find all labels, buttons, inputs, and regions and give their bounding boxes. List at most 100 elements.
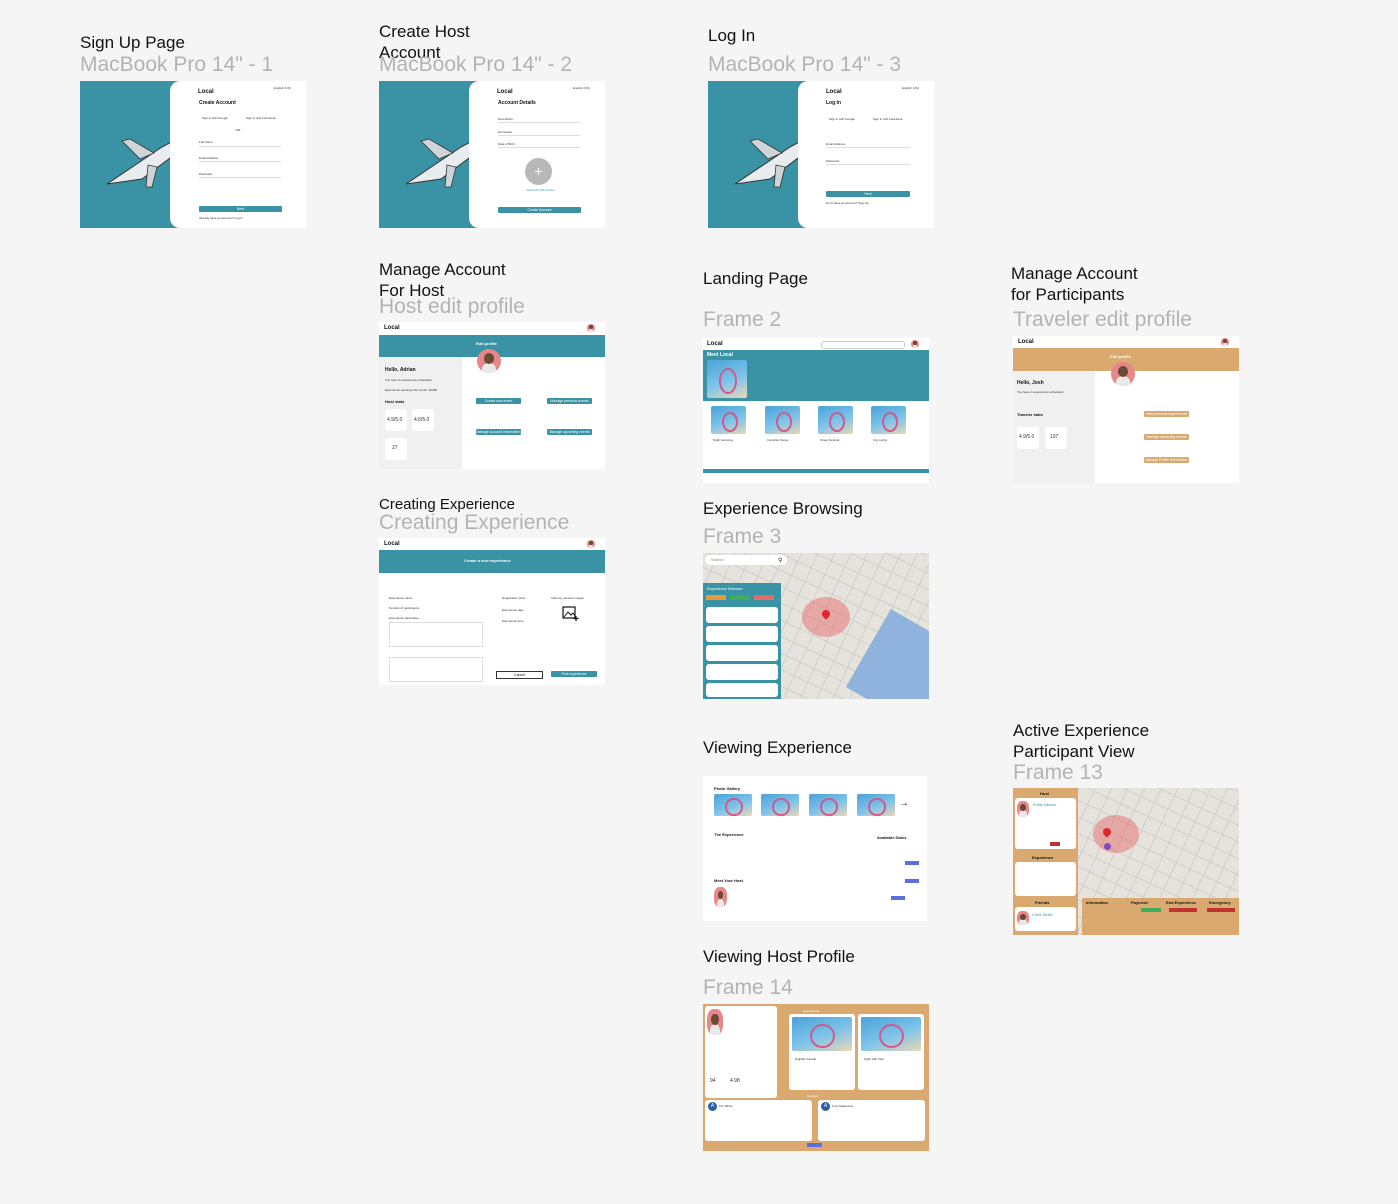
participants-label: Number of participants bbox=[389, 606, 420, 610]
earnings-text: Experience earnings this month: $1280 bbox=[385, 388, 438, 392]
login-next-button[interactable]: Next bbox=[826, 191, 910, 197]
end-experience-button[interactable] bbox=[1169, 908, 1197, 912]
google-button[interactable]: Sign in with Google bbox=[829, 116, 855, 122]
radius-circle bbox=[1093, 815, 1139, 853]
emergency-button[interactable] bbox=[1207, 908, 1235, 912]
message-button[interactable] bbox=[1050, 842, 1060, 846]
signup-frame[interactable]: Local English (US) Create Account Sign i… bbox=[80, 81, 306, 228]
user-location-icon bbox=[1104, 843, 1111, 850]
google-button[interactable]: Sign in with Google bbox=[202, 115, 228, 121]
logo: Local bbox=[1018, 339, 1034, 345]
login-heading: Log In bbox=[826, 100, 841, 106]
profile-avatar[interactable] bbox=[477, 349, 501, 373]
card-image-4[interactable] bbox=[871, 406, 906, 434]
host-account-frame[interactable]: Local English (US) Account Details Descr… bbox=[379, 81, 605, 228]
panel-title: Experience Browser bbox=[707, 586, 743, 591]
create-account-button[interactable]: Create Account bbox=[498, 207, 581, 213]
payment-button[interactable] bbox=[1141, 908, 1161, 912]
host-stats-heading: Host stats bbox=[385, 399, 405, 404]
arrow-right-icon[interactable]: → bbox=[899, 798, 909, 809]
host-profile-frame[interactable]: 94 4.98 Host Events Nightlife Parade Nig… bbox=[703, 1004, 929, 1151]
manage-upcoming-button[interactable]: Manage upcoming events bbox=[547, 429, 592, 435]
avatar[interactable] bbox=[587, 540, 595, 548]
frame-subtitle-browsing: Frame 3 bbox=[703, 525, 782, 548]
signup-link[interactable]: Don't have an account? Sign Up bbox=[826, 200, 869, 206]
card-image-2[interactable] bbox=[765, 406, 800, 434]
gallery-image-2[interactable] bbox=[761, 794, 799, 816]
price-label: Registration price bbox=[502, 596, 526, 600]
filter-chip-2[interactable] bbox=[730, 595, 750, 600]
create-event-button[interactable]: Create new event bbox=[476, 398, 521, 404]
gallery-image-1[interactable] bbox=[714, 794, 752, 816]
manage-profile-button[interactable]: Manage Profile Information bbox=[1144, 457, 1189, 463]
date-button[interactable] bbox=[905, 879, 919, 883]
login-frame[interactable]: Local English (US) Log In Sign in with G… bbox=[708, 81, 934, 228]
create-banner-title: Create a new experience bbox=[464, 558, 511, 563]
list-item[interactable] bbox=[706, 645, 778, 661]
load-more-button[interactable] bbox=[807, 1143, 822, 1147]
search-icon[interactable]: ⚲ bbox=[778, 557, 782, 564]
description-textarea[interactable] bbox=[389, 622, 483, 647]
filter-chip-3[interactable] bbox=[754, 595, 774, 600]
viewing-frame[interactable]: Photo Gallery → The Experience Available… bbox=[703, 776, 927, 921]
card-image-1[interactable] bbox=[711, 406, 746, 434]
filter-chip-1[interactable] bbox=[706, 595, 726, 600]
date-button[interactable] bbox=[905, 861, 919, 865]
hero-title: Meet Local bbox=[707, 352, 733, 358]
gallery-image-3[interactable] bbox=[809, 794, 847, 816]
frame-title-manage-participant-1: Manage Account bbox=[1011, 264, 1138, 283]
frame-subtitle-login: MacBook Pro 14" - 3 bbox=[708, 53, 902, 76]
facebook-button[interactable]: Sign in with Facebook bbox=[246, 115, 275, 121]
date-button[interactable] bbox=[891, 896, 905, 900]
language-select[interactable]: English (US) bbox=[573, 85, 590, 91]
host-account-heading: Account Details bbox=[498, 100, 536, 106]
signup-next-button[interactable]: Next bbox=[199, 206, 282, 212]
manage-host-frame[interactable]: Local Edit profile Hello, Adrian You hav… bbox=[379, 322, 605, 469]
details-textarea[interactable] bbox=[389, 657, 483, 682]
full-name-field[interactable]: Full Name bbox=[199, 139, 213, 145]
language-select[interactable]: English (US) bbox=[902, 85, 919, 91]
list-item[interactable] bbox=[706, 607, 778, 623]
manage-previous-button[interactable]: Manage previous events bbox=[547, 398, 592, 404]
manage-participant-frame[interactable]: Local Edit profile Hello, Josh You have … bbox=[1013, 336, 1239, 483]
upload-plus-icon[interactable]: + bbox=[525, 158, 552, 185]
language-select[interactable]: English (US) bbox=[274, 85, 291, 91]
card-image-3[interactable] bbox=[818, 406, 853, 434]
card-title-2: Campfire Songs bbox=[767, 438, 789, 442]
manage-upcoming-button[interactable]: Manage upcoming events bbox=[1144, 434, 1189, 440]
host-avatar[interactable] bbox=[707, 1009, 723, 1035]
host-avatar[interactable] bbox=[714, 887, 727, 907]
traveler-stats-heading: Traveler stats bbox=[1017, 412, 1043, 417]
cancel-button[interactable]: Cancel bbox=[496, 671, 543, 679]
gallery-image-4[interactable] bbox=[857, 794, 895, 816]
landing-frame[interactable]: Local Meet Local Night Jamming Campfire … bbox=[703, 338, 929, 483]
facebook-button[interactable]: Sign in with Facebook bbox=[873, 116, 902, 122]
manage-account-button[interactable]: Manage Account Information bbox=[476, 429, 521, 435]
creating-frame[interactable]: Local Create a new experience Experience… bbox=[379, 538, 605, 685]
active-frame[interactable]: Host Emily Nelson Experience Friends Chr… bbox=[1013, 788, 1239, 935]
avatar[interactable] bbox=[587, 324, 595, 332]
frame-title-viewing: Viewing Experience bbox=[703, 738, 852, 757]
login-link[interactable]: Already have an account? Log in bbox=[199, 215, 243, 221]
add-image-icon[interactable] bbox=[562, 605, 580, 621]
frame-title-landing: Landing Page bbox=[703, 269, 808, 288]
host-avatar[interactable] bbox=[1017, 801, 1029, 817]
login-card: Local English (US) Log In Sign in with G… bbox=[798, 81, 934, 228]
count-value: 27 bbox=[392, 445, 398, 451]
list-item[interactable] bbox=[706, 683, 778, 697]
list-item[interactable] bbox=[706, 626, 778, 642]
avatar[interactable] bbox=[911, 340, 919, 348]
search-input[interactable]: Search bbox=[705, 555, 787, 565]
friend-avatar[interactable] bbox=[1017, 911, 1029, 925]
view-previous-button[interactable]: View previous experiences bbox=[1144, 411, 1189, 417]
frame-title-active-1: Active Experience bbox=[1013, 721, 1150, 740]
post-experience-button[interactable]: Post experience bbox=[551, 671, 597, 677]
upload-label[interactable]: Upload Profile Picture bbox=[526, 187, 555, 193]
list-item[interactable] bbox=[706, 664, 778, 680]
browsing-frame[interactable]: Search ⚲ Experience Browser bbox=[703, 553, 929, 699]
avatar[interactable] bbox=[1221, 338, 1229, 346]
search-input[interactable] bbox=[821, 341, 905, 349]
frame-subtitle-active: Frame 13 bbox=[1013, 761, 1103, 784]
rating-value: 4.9/5.0 bbox=[1019, 434, 1035, 440]
profile-avatar[interactable] bbox=[1111, 362, 1135, 386]
